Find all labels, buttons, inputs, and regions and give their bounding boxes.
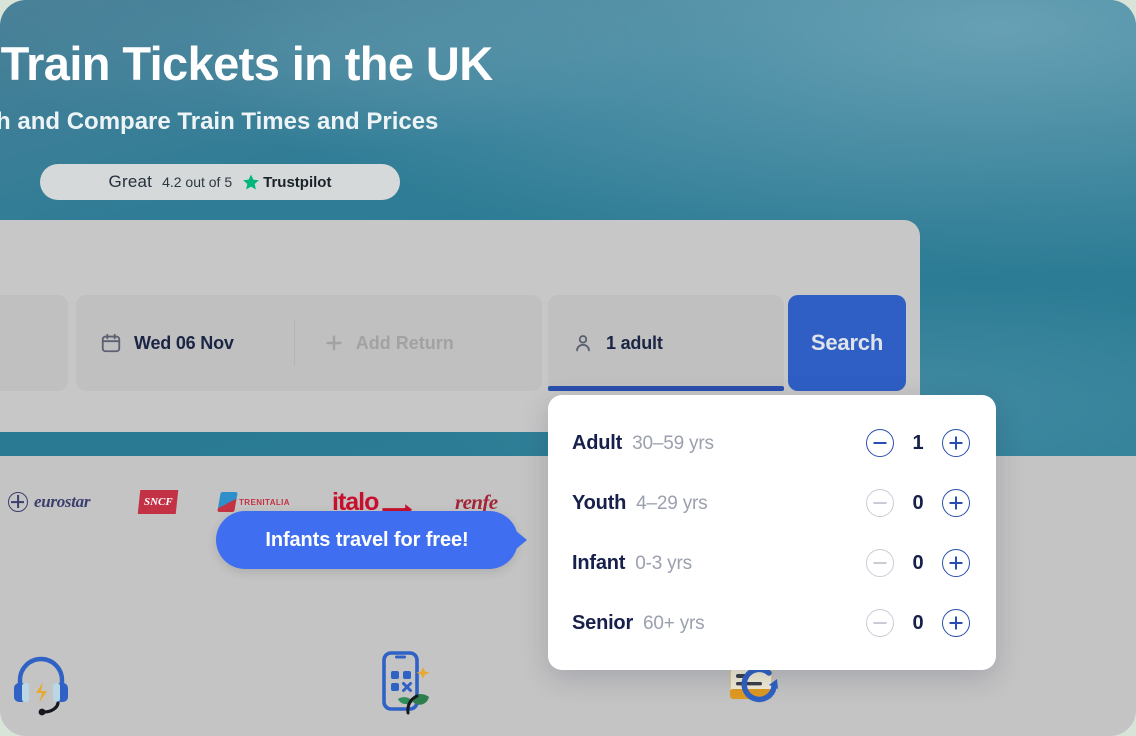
passengers-value: 1 adult — [606, 332, 663, 353]
eurostar-mark-icon — [8, 492, 28, 512]
passenger-type: Adult — [572, 431, 623, 454]
senior-count: 0 — [912, 611, 924, 634]
logo-eurostar: eurostar — [8, 492, 90, 512]
increment-senior-button[interactable] — [942, 609, 970, 637]
passengers-focus-underline — [548, 386, 784, 391]
decrement-adult-button[interactable] — [866, 429, 894, 457]
headset-support-icon — [14, 656, 68, 716]
passenger-age-range: 30–59 yrs — [632, 432, 714, 454]
add-return-button[interactable]: Add Return — [323, 332, 454, 354]
star-icon — [243, 174, 259, 190]
page-title: p Train Tickets in the UK — [0, 37, 493, 90]
tooltip-text: Infants travel for free! — [265, 528, 469, 551]
passenger-age-range: 60+ yrs — [643, 612, 705, 634]
passenger-selector-panel[interactable]: Adult 30–59 yrs 1 Youth 4–29 yrs 0 Infan… — [548, 395, 996, 670]
decrement-senior-button — [866, 609, 894, 637]
ticket-refund-icon — [729, 666, 778, 703]
feature-mobile-app — [368, 647, 440, 719]
decrement-youth-button — [866, 489, 894, 517]
increment-youth-button[interactable] — [942, 489, 970, 517]
passenger-labels: Infant 0-3 yrs — [572, 552, 866, 575]
decrement-infant-button — [866, 549, 894, 577]
passenger-age-range: 4–29 yrs — [636, 492, 708, 514]
trenitalia-wordmark: TRENITALIA — [239, 497, 290, 507]
date-value: Wed 06 Nov — [134, 332, 234, 353]
page-viewport: p Train Tickets in the UK arch and Compa… — [0, 0, 1136, 736]
trustpilot-rating-word: Great — [108, 172, 153, 191]
calendar-icon — [100, 332, 122, 354]
passenger-labels: Youth 4–29 yrs — [572, 492, 866, 515]
youth-count: 0 — [912, 491, 924, 514]
trustpilot-badge[interactable]: Great 4.2 out of 5 Trustpilot — [40, 164, 400, 200]
adult-count: 1 — [912, 431, 924, 454]
search-field-row: Wed 06 Nov Add Return 1 adult — [0, 295, 920, 391]
passenger-stepper: 0 — [866, 609, 970, 637]
increment-infant-button[interactable] — [942, 549, 970, 577]
passenger-age-range: 0-3 yrs — [635, 552, 692, 574]
date-field[interactable]: Wed 06 Nov Add Return — [76, 295, 542, 391]
passenger-stepper: 0 — [866, 489, 970, 517]
field-divider — [293, 320, 295, 366]
passenger-row-senior: Senior 60+ yrs 0 — [548, 593, 996, 653]
passenger-labels: Senior 60+ yrs — [572, 612, 866, 635]
passenger-row-youth: Youth 4–29 yrs 0 — [548, 473, 996, 533]
passengers-field[interactable]: 1 adult — [548, 295, 784, 391]
search-button[interactable]: Search — [788, 295, 906, 391]
feature-refund — [728, 663, 802, 715]
trustpilot-brand: Trustpilot — [242, 173, 331, 191]
mobile-qr-eco-icon — [382, 651, 430, 715]
page-subtitle: arch and Compare Train Times and Prices — [0, 108, 439, 135]
sncf-wordmark: SNCF — [143, 496, 173, 508]
add-return-label: Add Return — [355, 332, 454, 353]
eurostar-wordmark: eurostar — [34, 492, 91, 511]
passenger-type: Infant — [572, 551, 626, 574]
logo-sncf: SNCF — [137, 490, 179, 514]
trustpilot-score: 4.2 out of 5 — [162, 174, 233, 190]
feature-support — [8, 650, 74, 716]
infant-count: 0 — [912, 551, 924, 574]
passenger-stepper: 0 — [866, 549, 970, 577]
passenger-row-infant: Infant 0-3 yrs 0 — [548, 533, 996, 593]
infant-free-tooltip: Infants travel for free! — [216, 511, 527, 569]
trenitalia-mark-icon — [217, 492, 238, 512]
passenger-type: Senior — [572, 611, 634, 634]
passenger-type: Youth — [572, 491, 627, 514]
person-icon — [572, 332, 594, 354]
increment-adult-button[interactable] — [942, 429, 970, 457]
plus-icon — [323, 332, 345, 354]
trustpilot-name: Trustpilot — [263, 173, 332, 191]
passenger-labels: Adult 30–59 yrs — [572, 432, 866, 455]
passenger-stepper: 1 — [866, 429, 970, 457]
origin-field[interactable] — [0, 295, 68, 391]
passenger-row-adult: Adult 30–59 yrs 1 — [548, 413, 996, 473]
logo-trenitalia: TRENITALIA — [217, 492, 290, 512]
tooltip-arrow — [516, 531, 527, 549]
